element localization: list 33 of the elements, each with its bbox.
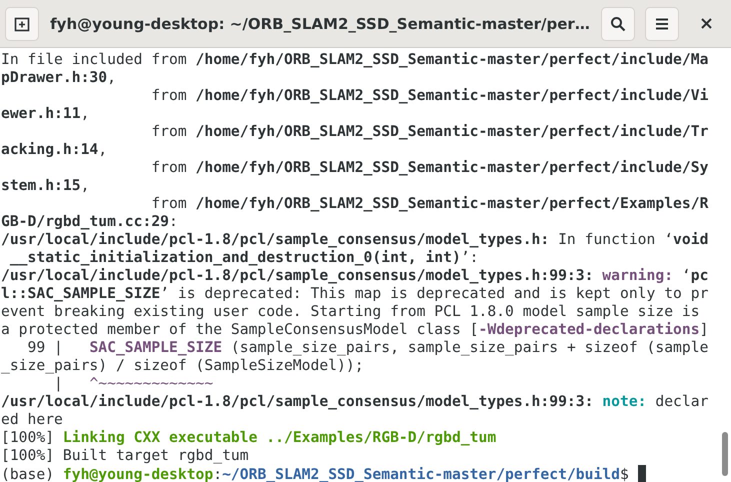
terminal-line: _size_pairs) / sizeof (SampleSizeModel)); (1, 357, 365, 375)
search-icon (610, 16, 626, 32)
terminal-line: __static_initialization_and_destruction_0(int, int)’: (8, 249, 480, 267)
terminal-line: [100%] Built target rgbd_tum (1, 447, 250, 465)
scrollbar-thumb[interactable] (722, 432, 728, 476)
terminal-line: | ^~~~~~~~~~~~~~ (53, 375, 214, 393)
terminal-line: In file included from /home/fyh/ORB_SLAM2_SSD_Semantic-master/perfect/include/Ma (1, 51, 710, 69)
terminal-line: 99 | SAC_SAMPLE_SIZE (sample_size_pairs, sample_size_pairs + sizeof (sample (26, 339, 710, 357)
terminal-line: /usr/local/include/pcl-1.8/pcl/sample_consensus/model_types.h:99:3: note: declar (1, 393, 710, 411)
terminal-line: pDrawer.h:30, (1, 69, 117, 87)
new-tab-icon (14, 16, 30, 32)
menu-icon (655, 18, 669, 30)
terminal-line: ewer.h:11, (1, 105, 90, 123)
terminal-line: l::SAC_SAMPLE_SIZE’ is deprecated: This map is deprecated and is kept only to pr (1, 285, 710, 303)
close-icon (700, 18, 712, 29)
terminal-line: from /home/fyh/ORB_SLAM2_SSD_Semantic-master/perfect/include/Vi (150, 87, 710, 105)
terminal-line: a protected member of the SampleConsensusModel class [-Wdeprecated-declarations] (1, 321, 710, 339)
terminal-line: from /home/fyh/ORB_SLAM2_SSD_Semantic-master/perfect/include/Sy (150, 159, 710, 177)
new-tab-button[interactable] (5, 6, 39, 40)
terminal-line: event breaking existing user code. Starting from PCL 1.8.0 model sample size is (1, 303, 701, 321)
terminal-line: acking.h:14, (1, 141, 108, 159)
text-cursor (638, 465, 646, 482)
terminal-line: from /home/fyh/ORB_SLAM2_SSD_Semantic-master/perfect/Examples/R (150, 195, 710, 213)
terminal-line: [100%] Linking CXX executable ../Examples/RGB-D/rgbd_tum (1, 429, 498, 447)
menu-button[interactable] (645, 6, 679, 40)
terminal-line: GB-D/rgbd_tum.cc:29: (1, 213, 179, 231)
terminal-line: from /home/fyh/ORB_SLAM2_SSD_Semantic-master/perfect/include/Tr (150, 123, 710, 141)
terminal-line: stem.h:15, (1, 177, 90, 195)
terminal-line: /usr/local/include/pcl-1.8/pcl/sample_consensus/model_types.h:99:3: warning: ‘pc (1, 267, 710, 285)
terminal-line: ed here (1, 411, 64, 429)
window-title: fyh@young-desktop: ~/ORB_SLAM2_SSD_Semantic-master/per… (49, 14, 591, 32)
search-button[interactable] (601, 6, 635, 40)
terminal-line: /usr/local/include/pcl-1.8/pcl/sample_consensus/model_types.h: In function ‘void (1, 231, 710, 249)
